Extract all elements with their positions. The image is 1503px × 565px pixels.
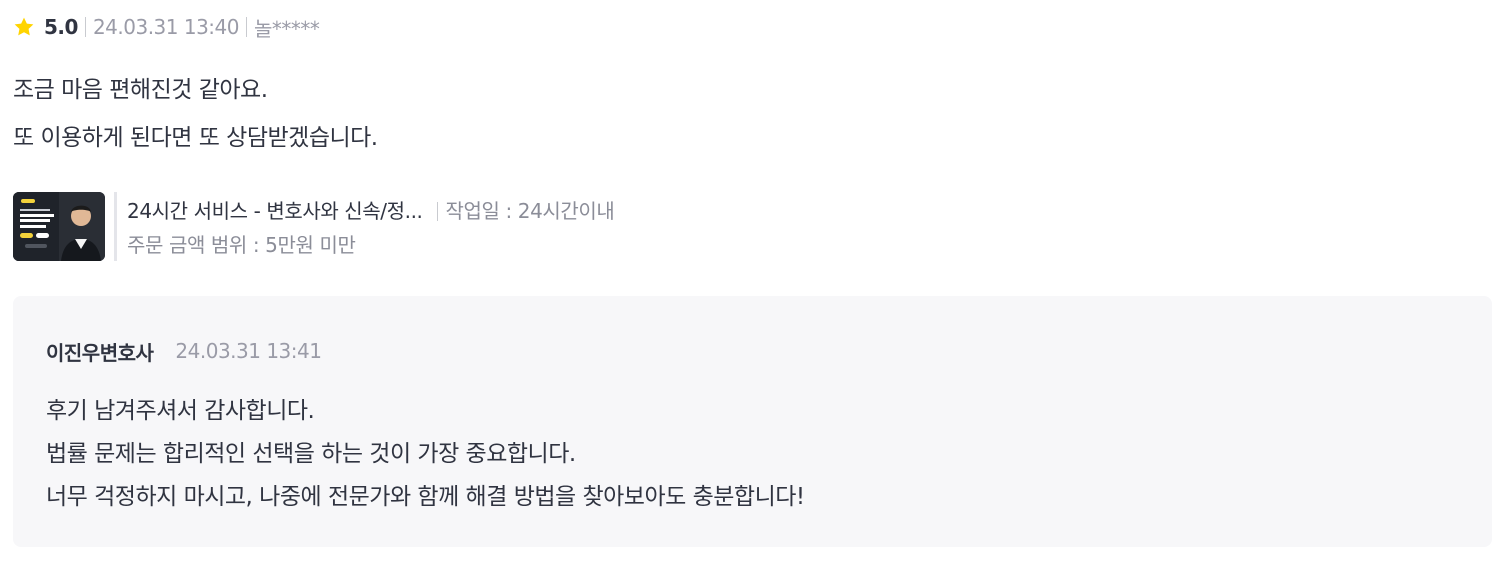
service-price-range: 주문 금액 범위 : 5만원 미만: [127, 233, 356, 257]
reply-body: 후기 남겨주셔서 감사합니다. 법률 문제는 합리적인 선택을 하는 것이 가장…: [46, 390, 805, 519]
seller-reply: 이진우변호사 24.03.31 13:41 후기 남겨주셔서 감사합니다. 법률…: [13, 296, 1492, 547]
review-body-line: 조금 마음 편해진것 같아요.: [13, 77, 268, 103]
service-meta-divider: [436, 201, 438, 221]
reply-date: 24.03.31 13:41: [175, 339, 322, 363]
service-divider: [114, 192, 117, 261]
rating-value: 5.0: [44, 15, 78, 39]
service-title-link[interactable]: 24시간 서비스 - 변호사와 신속/정...: [127, 196, 423, 226]
service-info: 24시간 서비스 - 변호사와 신속/정... 작업일 : 24시간이내 주문 …: [127, 192, 615, 261]
meta-divider: [246, 17, 247, 37]
star-icon: [13, 16, 35, 38]
service-work-period: 작업일 : 24시간이내: [445, 199, 615, 223]
review-item: 5.0 24.03.31 13:40 놀***** 조금 마음 편해진것 같아요…: [0, 0, 1503, 565]
reply-body-line: 법률 문제는 합리적인 선택을 하는 것이 가장 중요합니다.: [46, 441, 576, 467]
review-meta: 5.0 24.03.31 13:40 놀*****: [13, 12, 320, 42]
review-body-line: 또 이용하게 된다면 또 상담받겠습니다.: [13, 125, 378, 151]
reply-author: 이진우변호사: [46, 340, 154, 365]
reply-body-line: 후기 남겨주셔서 감사합니다.: [46, 398, 315, 424]
lawyer-portrait-thumbnail[interactable]: [13, 192, 105, 261]
reply-body-line: 너무 걱정하지 마시고, 나중에 전문가와 함께 해결 방법을 찾아보아도 충분…: [46, 484, 805, 510]
review-date: 24.03.31 13:40: [92, 15, 240, 39]
reply-header: 이진우변호사 24.03.31 13:41: [46, 336, 322, 366]
service-card[interactable]: 24시간 서비스 - 변호사와 신속/정... 작업일 : 24시간이내 주문 …: [13, 192, 615, 261]
meta-divider: [84, 17, 86, 37]
review-body: 조금 마음 편해진것 같아요. 또 이용하게 된다면 또 상담받겠습니다.: [13, 66, 378, 162]
review-author: 놀*****: [254, 16, 320, 41]
